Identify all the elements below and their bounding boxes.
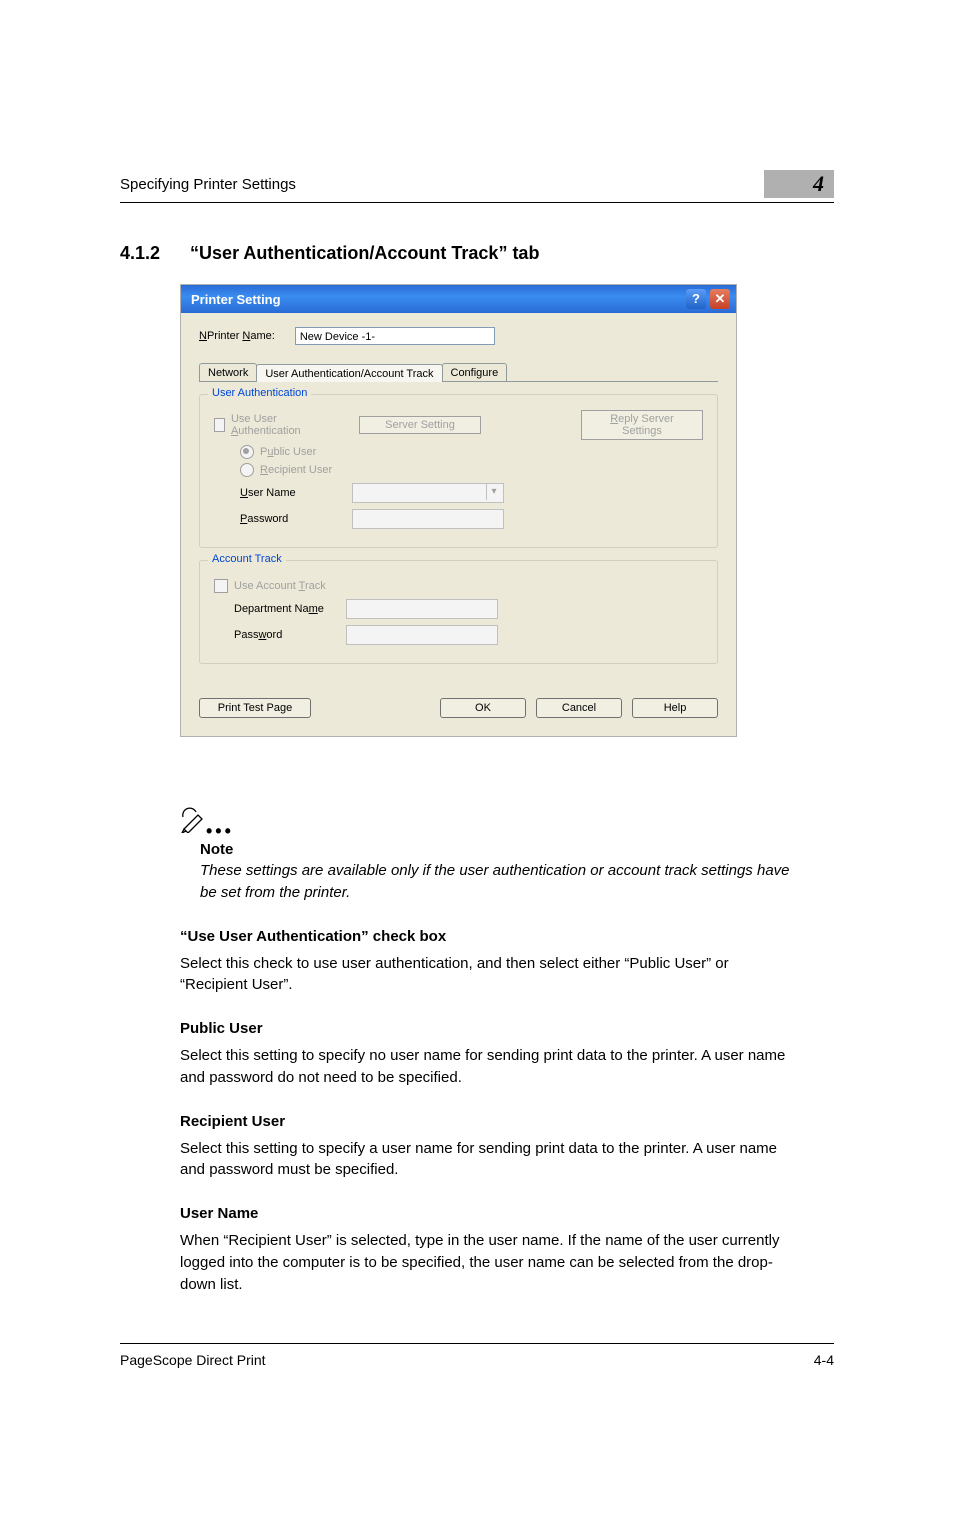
use-account-track-checkbox[interactable] — [214, 579, 228, 593]
para-use-user-auth: Select this check to use user authentica… — [180, 953, 790, 997]
group-user-auth: User Authentication Use User Authenticat… — [199, 394, 718, 548]
use-account-track-label: Use Account Track — [234, 580, 326, 592]
use-user-auth-label: Use User Authentication — [231, 413, 319, 437]
track-password-input[interactable] — [346, 625, 498, 645]
section-number: 4.1.2 — [120, 243, 160, 264]
heading-recipient-user: Recipient User — [180, 1113, 834, 1130]
note-body: These settings are available only if the… — [200, 860, 790, 904]
track-password-label: Password — [234, 629, 324, 641]
user-name-combo[interactable] — [352, 483, 504, 503]
public-user-label: Public User — [260, 446, 316, 458]
ok-button[interactable]: OK — [440, 698, 526, 718]
group-user-auth-legend: User Authentication — [208, 387, 311, 399]
dept-name-label: Department Name — [234, 603, 324, 615]
close-icon[interactable]: ✕ — [710, 289, 730, 309]
section-title: “User Authentication/Account Track” tab — [190, 243, 539, 263]
heading-public-user: Public User — [180, 1020, 834, 1037]
tab-row: Network User Authentication/Account Trac… — [199, 363, 718, 382]
cancel-button[interactable]: Cancel — [536, 698, 622, 718]
para-recipient-user: Select this setting to specify a user na… — [180, 1138, 790, 1182]
chapter-box: 4 — [764, 170, 834, 198]
server-setting-button[interactable]: Server Setting — [359, 416, 481, 434]
running-header: Specifying Printer Settings — [120, 176, 764, 193]
footer-page: 4-4 — [814, 1352, 834, 1368]
password-input[interactable] — [352, 509, 504, 529]
help-button[interactable]: Help — [632, 698, 718, 718]
group-account-track: Account Track Use Account Track Departme… — [199, 560, 718, 664]
reply-server-button[interactable]: Reply Server Settings — [581, 410, 703, 440]
public-user-radio[interactable] — [240, 445, 254, 459]
section-heading: 4.1.2 “User Authentication/Account Track”… — [120, 243, 834, 264]
note-icon: ••• — [180, 807, 834, 837]
password-label: Password — [240, 513, 330, 525]
group-account-track-legend: Account Track — [208, 553, 286, 565]
help-icon[interactable]: ? — [686, 289, 706, 309]
tab-configure[interactable]: Configure — [442, 363, 508, 381]
note-dots-icon: ••• — [206, 821, 234, 842]
print-test-page-button[interactable]: Print Test Page — [199, 698, 311, 718]
dialog-titlebar: Printer Setting ? ✕ — [181, 285, 736, 313]
para-public-user: Select this setting to specify no user n… — [180, 1045, 790, 1089]
heading-use-user-auth: “Use User Authentication” check box — [180, 928, 834, 945]
printer-setting-dialog: Printer Setting ? ✕ NPrinter Name:Printe… — [180, 284, 737, 737]
tab-network[interactable]: Network — [199, 363, 257, 381]
recipient-user-label: Recipient User — [260, 464, 332, 476]
printer-name-label: NPrinter Name:Printer Name: — [199, 330, 275, 342]
printer-name-input[interactable]: New Device -1- — [295, 327, 495, 345]
dialog-title: Printer Setting — [191, 292, 281, 307]
tab-auth-track[interactable]: User Authentication/Account Track — [256, 364, 442, 382]
recipient-user-radio[interactable] — [240, 463, 254, 477]
dept-name-input[interactable] — [346, 599, 498, 619]
user-name-label: User Name — [240, 487, 330, 499]
use-user-auth-checkbox[interactable] — [214, 418, 225, 432]
para-user-name: When “Recipient User” is selected, type … — [180, 1230, 790, 1295]
heading-user-name: User Name — [180, 1205, 834, 1222]
note-heading: Note — [200, 841, 834, 858]
footer-product: PageScope Direct Print — [120, 1352, 814, 1368]
